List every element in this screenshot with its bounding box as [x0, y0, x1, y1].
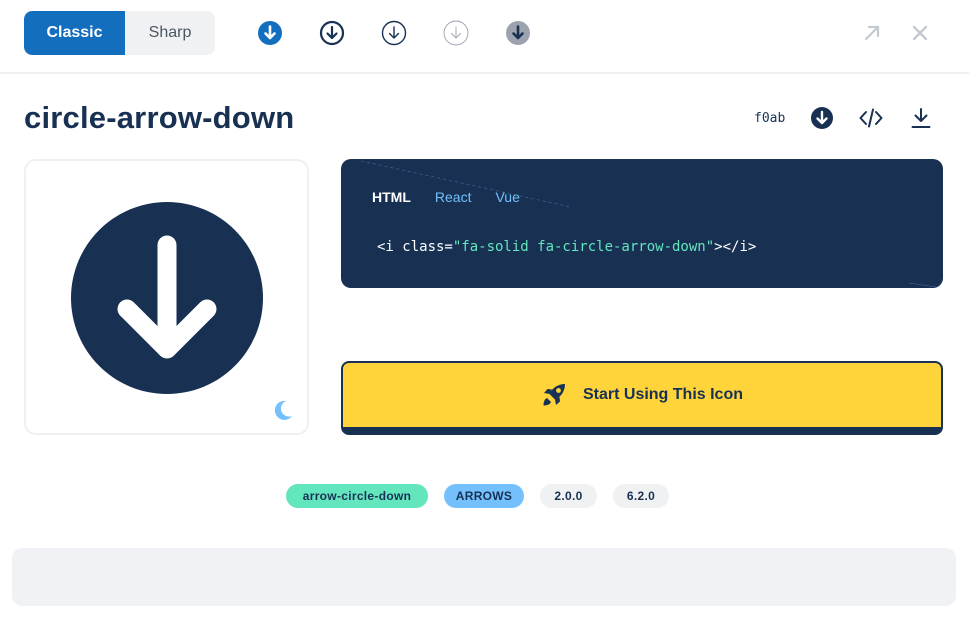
- code-snippet[interactable]: <i class="fa-solid fa-circle-arrow-down"…: [377, 239, 756, 255]
- start-using-label: Start Using This Icon: [582, 386, 743, 403]
- variant-solid-button[interactable]: [257, 20, 283, 46]
- circle-arrow-down-icon: [258, 21, 282, 45]
- rocket-icon: [543, 384, 565, 406]
- version-added-tag[interactable]: 2.0.0: [540, 484, 597, 508]
- code-open: <i class=: [377, 239, 453, 255]
- variant-regular-button[interactable]: [319, 20, 345, 46]
- style-sharp-button[interactable]: Sharp: [125, 11, 215, 55]
- tab-vue[interactable]: Vue: [495, 189, 519, 205]
- circle-arrow-down-icon: [71, 202, 263, 394]
- circle-arrow-down-icon: [381, 20, 407, 46]
- code-close: ></i>: [714, 239, 757, 255]
- copy-glyph-button[interactable]: [810, 106, 834, 130]
- category-tag[interactable]: ARROWS: [444, 484, 524, 508]
- icon-preview: [24, 159, 309, 435]
- code-snippet-panel: HTML React Vue <i class="fa-solid fa-cir…: [341, 159, 943, 288]
- circle-arrow-down-icon: [811, 107, 833, 129]
- page-title: circle-arrow-down: [24, 100, 295, 135]
- style-classic-button[interactable]: Classic: [24, 11, 125, 55]
- expand-arrow-icon[interactable]: [861, 22, 883, 44]
- tab-react[interactable]: React: [435, 189, 472, 205]
- variant-duotone-button[interactable]: [505, 20, 531, 46]
- variant-light-button[interactable]: [381, 20, 407, 46]
- download-button[interactable]: [909, 106, 933, 130]
- alias-tag[interactable]: arrow-circle-down: [286, 484, 428, 508]
- circle-arrow-down-icon: [319, 20, 345, 46]
- version-updated-tag[interactable]: 6.2.0: [613, 484, 669, 508]
- code-tabs: HTML React Vue: [372, 189, 544, 205]
- circle-arrow-down-icon: [443, 20, 469, 46]
- start-using-button[interactable]: Start Using This Icon: [341, 361, 943, 435]
- variant-thin-button[interactable]: [443, 20, 469, 46]
- top-bar: Classic Sharp: [0, 0, 969, 74]
- footer-panel: [12, 548, 956, 606]
- tab-html[interactable]: HTML: [372, 189, 411, 205]
- code-class-value: "fa-solid fa-circle-arrow-down": [452, 239, 715, 255]
- decorative-lines: [360, 160, 943, 288]
- unicode-value[interactable]: f0ab: [754, 111, 785, 126]
- code-icon: [859, 108, 883, 128]
- download-icon: [911, 108, 931, 128]
- circle-arrow-down-icon: [506, 21, 530, 45]
- moon-icon[interactable]: [272, 399, 294, 421]
- style-toggle: Classic Sharp: [24, 11, 215, 55]
- close-icon[interactable]: [909, 22, 931, 44]
- copy-code-button[interactable]: [859, 106, 883, 130]
